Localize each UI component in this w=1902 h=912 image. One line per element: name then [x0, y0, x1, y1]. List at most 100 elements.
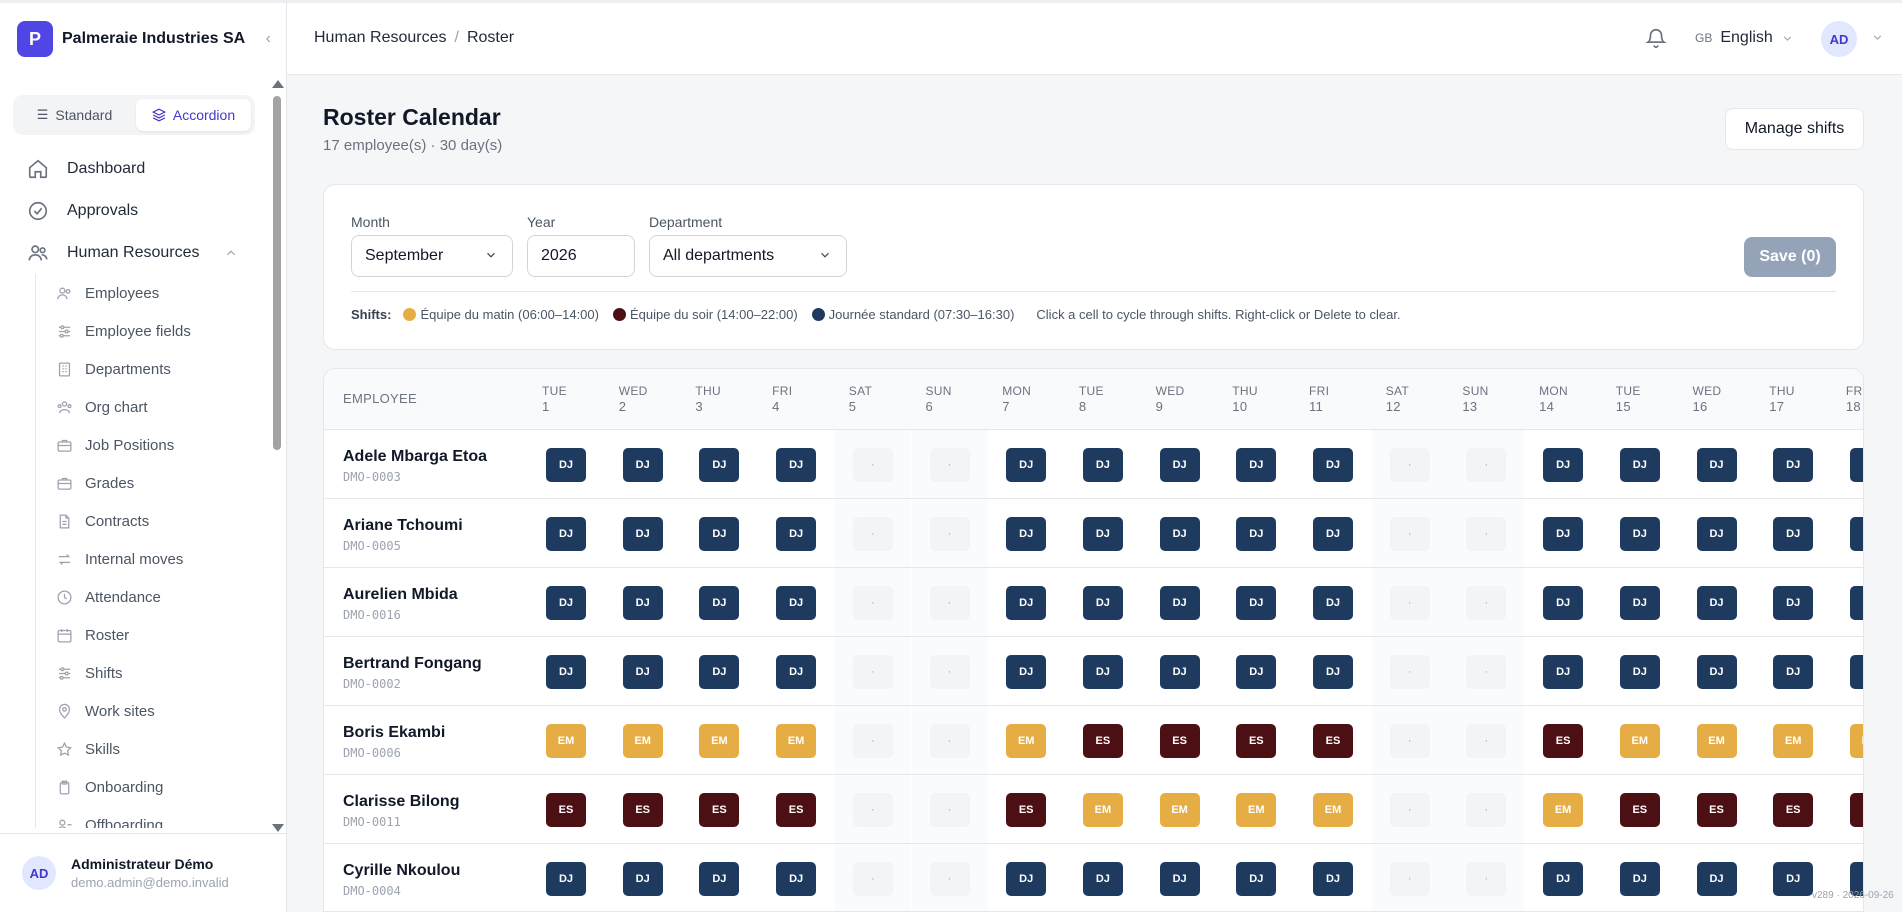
shift-cell[interactable]: DJ [1082, 862, 1123, 896]
shift-cell[interactable]: DJ [622, 448, 663, 482]
scroll-down-arrow-icon[interactable] [272, 824, 284, 832]
shift-cell[interactable]: DJ [546, 517, 586, 551]
shift-cell[interactable]: DJ [1313, 517, 1353, 551]
shift-cell[interactable]: DJ [1696, 517, 1737, 551]
manage-shifts-button[interactable]: Manage shifts [1725, 108, 1864, 150]
shift-cell[interactable]: DJ [1543, 586, 1584, 620]
shift-cell[interactable]: DJ [1773, 448, 1814, 482]
shift-cell[interactable]: ES [776, 793, 817, 827]
header-avatar[interactable]: AD [1821, 21, 1857, 57]
sidebar-item-offboarding[interactable]: Offboarding [36, 806, 271, 828]
empty-shift-cell[interactable]: · [929, 862, 970, 896]
shift-cell[interactable]: ES [1313, 724, 1353, 758]
brand[interactable]: P Palmeraie Industries SA ‹ [17, 21, 271, 57]
shift-cell[interactable]: DJ [1619, 862, 1660, 896]
empty-shift-cell[interactable]: · [852, 862, 893, 896]
scroll-up-arrow-icon[interactable] [272, 80, 284, 88]
shift-cell[interactable]: DJ [1159, 862, 1200, 896]
empty-shift-cell[interactable]: · [852, 793, 893, 827]
shift-cell[interactable]: EM [1082, 793, 1123, 827]
shift-cell[interactable]: EM [776, 724, 817, 758]
shift-cell[interactable]: DJ [1849, 586, 1863, 620]
sidebar-scrollbar[interactable] [271, 80, 284, 832]
shift-cell[interactable]: ES [1849, 793, 1863, 827]
year-input[interactable]: 2026 [527, 235, 635, 277]
shift-cell[interactable]: DJ [1619, 655, 1660, 689]
shift-cell[interactable]: ES [1006, 793, 1047, 827]
sidebar-item-approvals[interactable]: Approvals [0, 190, 271, 232]
shift-cell[interactable]: DJ [1849, 448, 1863, 482]
shift-cell[interactable]: EM [546, 724, 586, 758]
shift-cell[interactable]: EM [1696, 724, 1737, 758]
shift-cell[interactable]: EM [699, 724, 740, 758]
shift-cell[interactable]: EM [1619, 724, 1660, 758]
empty-shift-cell[interactable]: · [929, 586, 970, 620]
sidebar-item-org-chart[interactable]: Org chart [36, 388, 271, 426]
sidebar-item-roster[interactable]: Roster [36, 616, 271, 654]
sidebar-item-work-sites[interactable]: Work sites [36, 692, 271, 730]
shift-cell[interactable]: DJ [1313, 586, 1353, 620]
shift-cell[interactable]: DJ [1082, 655, 1123, 689]
shift-cell[interactable]: EM [1159, 793, 1200, 827]
view-mode-accordion-button[interactable]: Accordion [136, 99, 251, 131]
empty-shift-cell[interactable]: · [852, 586, 893, 620]
shift-cell[interactable]: DJ [1543, 655, 1584, 689]
shift-cell[interactable]: ES [1773, 793, 1814, 827]
empty-shift-cell[interactable]: · [929, 655, 970, 689]
sidebar-item-departments[interactable]: Departments [36, 350, 271, 388]
shift-cell[interactable]: ES [1082, 724, 1123, 758]
empty-shift-cell[interactable]: · [1389, 517, 1430, 551]
empty-shift-cell[interactable]: · [1466, 517, 1507, 551]
empty-shift-cell[interactable]: · [1389, 448, 1430, 482]
shift-cell[interactable]: ES [1696, 793, 1737, 827]
shift-cell[interactable]: EM [622, 724, 663, 758]
save-button[interactable]: Save (0) [1744, 237, 1836, 277]
shift-cell[interactable]: DJ [1773, 655, 1814, 689]
sidebar-item-contracts[interactable]: Contracts [36, 502, 271, 540]
empty-shift-cell[interactable]: · [852, 655, 893, 689]
collapse-sidebar-chevron-left-icon[interactable]: ‹ [266, 30, 271, 48]
shift-cell[interactable]: DJ [1159, 517, 1200, 551]
shift-cell[interactable]: EM [1236, 793, 1277, 827]
shift-cell[interactable]: DJ [1236, 586, 1277, 620]
shift-cell[interactable]: DJ [776, 517, 817, 551]
shift-cell[interactable]: EM [1849, 724, 1863, 758]
month-select[interactable]: September [351, 235, 513, 277]
department-select[interactable]: All departments [649, 235, 847, 277]
shift-cell[interactable]: DJ [699, 448, 740, 482]
shift-cell[interactable]: DJ [1773, 862, 1814, 896]
empty-shift-cell[interactable]: · [929, 724, 970, 758]
empty-shift-cell[interactable]: · [1466, 862, 1507, 896]
shift-cell[interactable]: DJ [622, 655, 663, 689]
shift-cell[interactable]: DJ [1313, 448, 1353, 482]
sidebar-item-grades[interactable]: Grades [36, 464, 271, 502]
shift-cell[interactable]: DJ [1543, 862, 1584, 896]
shift-cell[interactable]: DJ [1236, 448, 1277, 482]
language-selector[interactable]: GB English [1695, 29, 1794, 47]
shift-cell[interactable]: ES [1619, 793, 1660, 827]
current-user[interactable]: AD Administrateur Démo demo.admin@demo.i… [0, 833, 287, 912]
sidebar-item-employees[interactable]: Employees [36, 274, 271, 312]
shift-cell[interactable]: DJ [699, 862, 740, 896]
shift-cell[interactable]: EM [1543, 793, 1584, 827]
sidebar-item-human-resources[interactable]: Human Resources [0, 232, 271, 274]
shift-cell[interactable]: ES [1236, 724, 1277, 758]
shift-cell[interactable]: DJ [1773, 517, 1814, 551]
shift-cell[interactable]: DJ [1696, 862, 1737, 896]
sidebar-item-skills[interactable]: Skills [36, 730, 271, 768]
empty-shift-cell[interactable]: · [929, 448, 970, 482]
sidebar-item-internal-moves[interactable]: Internal moves [36, 540, 271, 578]
shift-cell[interactable]: DJ [1619, 586, 1660, 620]
empty-shift-cell[interactable]: · [1466, 586, 1507, 620]
shift-cell[interactable]: DJ [1006, 655, 1047, 689]
shift-cell[interactable]: DJ [1082, 448, 1123, 482]
empty-shift-cell[interactable]: · [1389, 586, 1430, 620]
empty-shift-cell[interactable]: · [1389, 793, 1430, 827]
sidebar-item-attendance[interactable]: Attendance [36, 578, 271, 616]
shift-cell[interactable]: DJ [776, 586, 817, 620]
shift-cell[interactable]: DJ [1696, 448, 1737, 482]
empty-shift-cell[interactable]: · [852, 517, 893, 551]
breadcrumb-item-human-resources[interactable]: Human Resources [314, 29, 447, 47]
empty-shift-cell[interactable]: · [1389, 724, 1430, 758]
shift-cell[interactable]: DJ [1619, 448, 1660, 482]
